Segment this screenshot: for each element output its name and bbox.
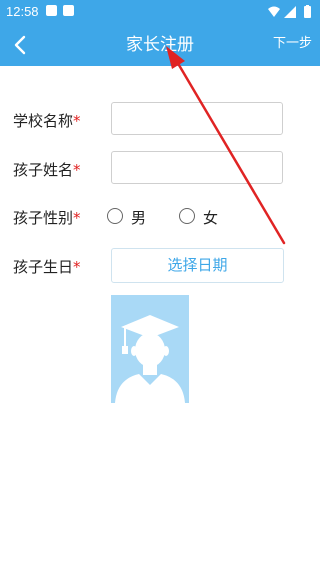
chevron-left-icon	[14, 35, 26, 55]
battery-icon	[304, 6, 311, 18]
notification-icon	[63, 5, 74, 16]
child-name-label: 孩子姓名*	[13, 159, 81, 180]
school-name-input[interactable]	[111, 102, 283, 135]
annotation-arrow	[166, 46, 286, 245]
gender-female-label[interactable]: 女	[203, 207, 218, 228]
graduate-avatar-icon	[115, 315, 185, 403]
wifi-icon	[268, 6, 280, 17]
required-mark: *	[73, 209, 81, 227]
nav-bar: 家长注册 下一步	[0, 24, 320, 66]
signal-icon	[284, 6, 296, 18]
child-birthday-label-text: 孩子生日	[13, 258, 74, 276]
child-gender-label-text: 孩子性别	[13, 209, 74, 227]
required-mark: *	[73, 161, 81, 179]
gender-male-label[interactable]: 男	[131, 207, 146, 228]
notification-icon	[46, 5, 57, 16]
status-bar: 12:58	[0, 0, 320, 24]
required-mark: *	[73, 258, 81, 276]
required-mark: *	[73, 112, 81, 130]
gender-female-radio[interactable]	[179, 208, 195, 224]
status-icons	[268, 5, 311, 18]
child-name-label-text: 孩子姓名	[13, 161, 74, 179]
select-date-button[interactable]: 选择日期	[111, 248, 284, 283]
status-time: 12:58	[6, 4, 39, 19]
avatar-upload[interactable]	[111, 295, 189, 403]
gender-male-radio[interactable]	[107, 208, 123, 224]
school-name-label-text: 学校名称	[13, 112, 74, 130]
child-gender-label: 孩子性别*	[13, 207, 81, 228]
child-birthday-label: 孩子生日*	[13, 256, 81, 277]
child-name-input[interactable]	[111, 151, 283, 184]
next-step-button[interactable]: 下一步	[273, 24, 312, 66]
school-name-label: 学校名称*	[13, 110, 81, 131]
back-button[interactable]	[6, 28, 40, 62]
